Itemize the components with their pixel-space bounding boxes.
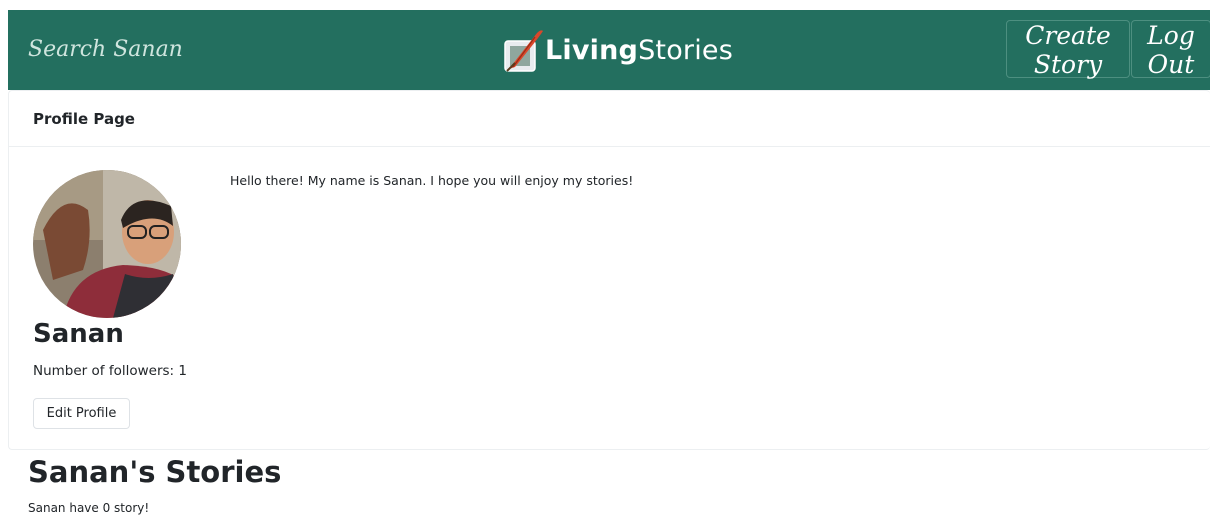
- top-navbar: LivingStories Create Story Log Out: [8, 10, 1210, 90]
- profile-bio: Hello there! My name is Sanan. I hope yo…: [230, 173, 634, 188]
- stories-heading: Sanan's Stories: [28, 455, 282, 489]
- edit-profile-button[interactable]: Edit Profile: [33, 398, 130, 429]
- quill-book-icon: [501, 27, 543, 73]
- search-input[interactable]: [26, 28, 270, 70]
- profile-name: Sanan: [33, 319, 124, 349]
- follower-count: Number of followers: 1: [33, 363, 187, 379]
- avatar: [33, 170, 181, 318]
- brand-name: LivingStories: [545, 34, 734, 66]
- logout-button[interactable]: Log Out: [1131, 20, 1210, 79]
- create-story-button[interactable]: Create Story: [1006, 20, 1130, 79]
- stories-empty-message: Sanan have 0 story!: [28, 501, 150, 515]
- profile-card: Profile Page Sanan Number of followers: …: [8, 90, 1210, 450]
- page-title: Profile Page: [9, 91, 1210, 147]
- brand-logo[interactable]: LivingStories: [501, 20, 733, 80]
